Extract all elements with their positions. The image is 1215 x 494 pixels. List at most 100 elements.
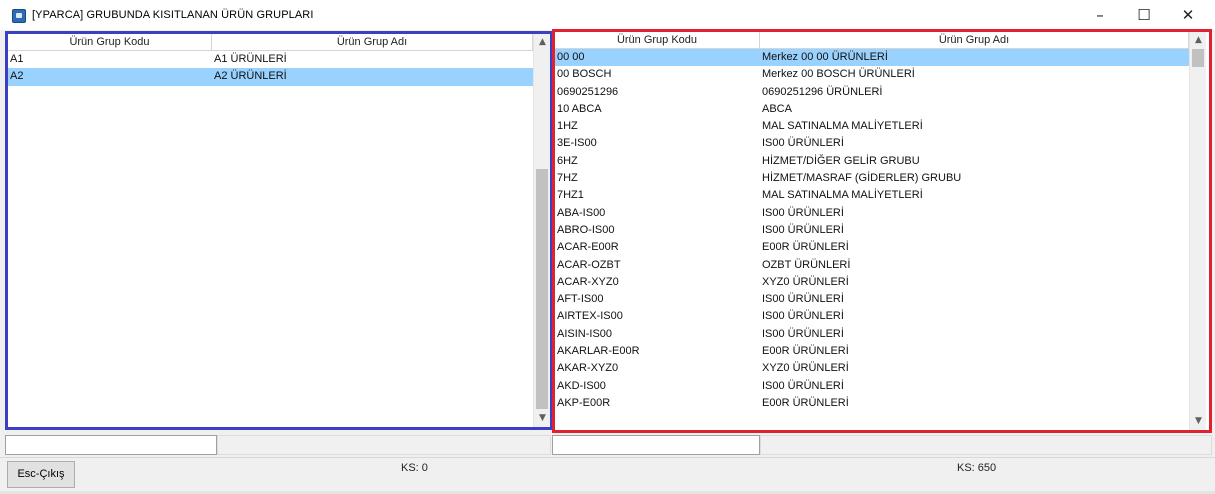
table-row[interactable]: ABA-IS00 IS00 ÜRÜNLERİ: [555, 205, 1189, 222]
right-grid-header: Ürün Grup Kodu Ürün Grup Adı: [555, 32, 1189, 49]
cell-group-code: AKAR-XYZ0: [557, 362, 619, 375]
cell-group-name: HİZMET/DİĞER GELİR GRUBU: [762, 154, 920, 167]
cell-group-code: 3E-IS00: [557, 137, 597, 150]
cell-group-name: MAL SATINALMA MALİYETLERİ: [762, 120, 923, 133]
minimize-button[interactable]: –: [1078, 0, 1122, 30]
table-row[interactable]: ACAR-E00R E00R ÜRÜNLERİ: [555, 239, 1189, 256]
footer-divider: [0, 457, 1215, 458]
table-row[interactable]: 7HZ HİZMET/MASRAF (GİDERLER) GRUBU: [555, 170, 1189, 187]
cell-group-name: IS00 ÜRÜNLERİ: [762, 137, 844, 150]
cell-group-code: ABRO-IS00: [557, 223, 615, 236]
left-grid-panel: Ürün Grup Kodu Ürün Grup Adı A1 A1 ÜRÜNLE…: [5, 31, 553, 430]
cell-group-name: E00R ÜRÜNLERİ: [762, 241, 849, 254]
cell-group-name: A2 ÜRÜNLERİ: [214, 70, 287, 83]
table-row[interactable]: 00 00 Merkez 00 00 ÜRÜNLERİ: [555, 49, 1189, 67]
cell-group-name: IS00 ÜRÜNLERİ: [762, 223, 844, 236]
esc-exit-button[interactable]: Esc-Çıkış: [7, 461, 75, 488]
table-row[interactable]: A1 A1 ÜRÜNLERİ: [8, 51, 533, 68]
cell-group-code: ACAR-XYZ0: [557, 275, 619, 288]
cell-group-name: ABCA: [762, 102, 792, 115]
app-icon: [12, 9, 26, 23]
cell-group-name: Merkez 00 00 ÜRÜNLERİ: [762, 51, 888, 63]
cell-group-code: 0690251296: [557, 85, 619, 98]
cell-group-name: A1 ÜRÜNLERİ: [214, 53, 287, 65]
cell-group-code: AISIN-IS00: [557, 327, 613, 340]
table-row[interactable]: AKP-E00R E00R ÜRÜNLERİ: [555, 395, 1189, 412]
table-row[interactable]: AFT-IS00 IS00 ÜRÜNLERİ: [555, 291, 1189, 308]
left-col-header-code[interactable]: Ürün Grup Kodu: [8, 34, 212, 51]
cell-group-code: A2: [10, 70, 24, 83]
scroll-down-arrow-icon[interactable]: ▼: [1190, 413, 1207, 430]
title-bar: [YPARCA] GRUBUNDA KISITLANAN ÜRÜN GRUPLA…: [0, 0, 1215, 30]
cell-group-name: Merkez 00 BOSCH ÜRÜNLERİ: [762, 68, 915, 81]
right-grid-panel: Ürün Grup Kodu Ürün Grup Adı 00 00 Merkez…: [552, 29, 1212, 433]
table-row[interactable]: AIRTEX-IS00 IS00 ÜRÜNLERİ: [555, 308, 1189, 325]
table-row[interactable]: ACAR-XYZ0 XYZ0 ÜRÜNLERİ: [555, 274, 1189, 291]
right-filter-code-input[interactable]: [552, 435, 760, 455]
scroll-thumb[interactable]: [536, 169, 548, 409]
cell-group-code: 10 ABCA: [557, 102, 602, 115]
window-title: [YPARCA] GRUBUNDA KISITLANAN ÜRÜN GRUPLA…: [32, 9, 314, 21]
table-row[interactable]: AKARLAR-E00R E00R ÜRÜNLERİ: [555, 343, 1189, 360]
right-col-header-name[interactable]: Ürün Grup Adı: [760, 32, 1189, 49]
table-row[interactable]: 3E-IS00 IS00 ÜRÜNLERİ: [555, 135, 1189, 152]
left-filter-name-input[interactable]: [217, 435, 551, 455]
cell-group-name: E00R ÜRÜNLERİ: [762, 345, 849, 358]
table-row[interactable]: 1HZ MAL SATINALMA MALİYETLERİ: [555, 118, 1189, 135]
scroll-thumb[interactable]: [1192, 49, 1204, 67]
cell-group-code: 6HZ: [557, 154, 578, 167]
cell-group-name: HİZMET/MASRAF (GİDERLER) GRUBU: [762, 172, 962, 185]
cell-group-name: E00R ÜRÜNLERİ: [762, 396, 849, 409]
table-row[interactable]: 7HZ1 MAL SATINALMA MALİYETLERİ: [555, 187, 1189, 204]
table-row[interactable]: ACAR-OZBT OZBT ÜRÜNLERİ: [555, 257, 1189, 274]
right-col-header-code[interactable]: Ürün Grup Kodu: [555, 32, 760, 49]
table-row[interactable]: AKAR-XYZ0 XYZ0 ÜRÜNLERİ: [555, 360, 1189, 377]
right-grid-rows: 00 00 Merkez 00 00 ÜRÜNLERİ 00 BOSCH Merkez…: [555, 49, 1189, 412]
cell-group-code: A1: [10, 53, 24, 65]
right-record-count: KS: 650: [957, 462, 997, 474]
right-grid-scrollbar[interactable]: ▲ ▼: [1189, 32, 1206, 430]
cell-group-name: OZBT ÜRÜNLERİ: [762, 258, 851, 271]
cell-group-name: XYZ0 ÜRÜNLERİ: [762, 362, 849, 375]
cell-group-code: 1HZ: [557, 120, 578, 133]
table-row[interactable]: AKD-IS00 IS00 ÜRÜNLERİ: [555, 378, 1189, 395]
left-record-count: KS: 0: [401, 462, 428, 474]
maximize-button[interactable]: ☐: [1122, 0, 1166, 30]
cell-group-code: 7HZ: [557, 172, 578, 185]
left-grid-rows: A1 A1 ÜRÜNLERİ A2 A2 ÜRÜNLERİ: [8, 51, 533, 86]
left-col-header-name[interactable]: Ürün Grup Adı: [212, 34, 533, 51]
table-row[interactable]: ABRO-IS00 IS00 ÜRÜNLERİ: [555, 222, 1189, 239]
cell-group-code: ABA-IS00: [557, 206, 606, 219]
table-row[interactable]: 00 BOSCH Merkez 00 BOSCH ÜRÜNLERİ: [555, 66, 1189, 83]
scroll-up-arrow-icon[interactable]: ▲: [534, 34, 550, 51]
right-filter-name-input[interactable]: [760, 435, 1212, 455]
cell-group-code: AIRTEX-IS00: [557, 310, 623, 323]
cell-group-code: ACAR-E00R: [557, 241, 619, 254]
table-row[interactable]: 10 ABCA ABCA: [555, 101, 1189, 118]
cell-group-name: XYZ0 ÜRÜNLERİ: [762, 275, 849, 288]
close-button[interactable]: ✕: [1166, 0, 1210, 30]
scroll-up-arrow-icon[interactable]: ▲: [1190, 32, 1207, 49]
table-row[interactable]: AISIN-IS00 IS00 ÜRÜNLERİ: [555, 326, 1189, 343]
cell-group-code: ACAR-OZBT: [557, 258, 621, 271]
left-grid-header: Ürün Grup Kodu Ürün Grup Adı: [8, 34, 533, 51]
table-row[interactable]: 0690251296 0690251296 ÜRÜNLERİ: [555, 84, 1189, 101]
cell-group-name: IS00 ÜRÜNLERİ: [762, 310, 844, 323]
cell-group-code: AKARLAR-E00R: [557, 345, 640, 358]
left-grid-scrollbar[interactable]: ▲ ▼: [533, 34, 550, 427]
cell-group-name: MAL SATINALMA MALİYETLERİ: [762, 189, 923, 202]
cell-group-name: IS00 ÜRÜNLERİ: [762, 293, 844, 306]
cell-group-code: AKD-IS00: [557, 379, 606, 392]
table-row[interactable]: A2 A2 ÜRÜNLERİ: [8, 68, 533, 86]
cell-group-code: 00 BOSCH: [557, 68, 612, 81]
cell-group-name: IS00 ÜRÜNLERİ: [762, 327, 844, 340]
cell-group-code: 00 00: [557, 51, 585, 63]
left-filter-code-input[interactable]: [5, 435, 217, 455]
cell-group-code: AFT-IS00: [557, 293, 604, 306]
cell-group-name: IS00 ÜRÜNLERİ: [762, 206, 844, 219]
table-row[interactable]: 6HZ HİZMET/DİĞER GELİR GRUBU: [555, 153, 1189, 170]
scroll-down-arrow-icon[interactable]: ▼: [534, 410, 550, 427]
cell-group-code: AKP-E00R: [557, 396, 611, 409]
cell-group-name: 0690251296 ÜRÜNLERİ: [762, 85, 883, 98]
cell-group-name: IS00 ÜRÜNLERİ: [762, 379, 844, 392]
